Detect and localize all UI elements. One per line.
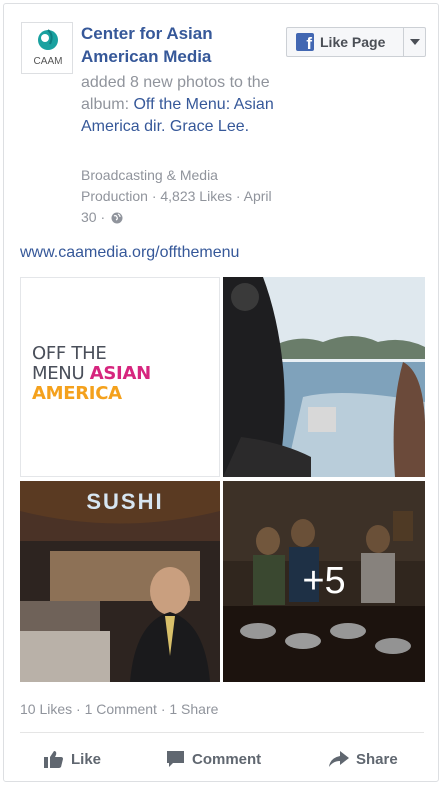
divider (20, 732, 424, 733)
like-page-main[interactable]: f Like Page (287, 28, 403, 56)
logo-line-3: AMERICA (32, 383, 122, 404)
chevron-down-icon[interactable] (403, 28, 425, 56)
page-avatar[interactable]: CAAM (21, 22, 73, 74)
share-button[interactable]: Share (329, 744, 398, 774)
like-page-label: Like Page (320, 34, 386, 50)
caam-logo-icon: CAAM (22, 23, 72, 73)
avatar-label: CAAM (34, 56, 63, 67)
comment-icon (167, 751, 184, 767)
logo-line-2a: MENU (32, 363, 85, 384)
engagement-summary[interactable]: 10 Likes · 1 Comment · 1 Share (20, 701, 218, 717)
meta-text: Broadcasting & Media Production · 4,823 … (81, 167, 272, 225)
logo-line-1: OFF THE (32, 343, 107, 364)
more-photos-overlay[interactable]: +5 (223, 481, 425, 682)
external-link[interactable]: www.caamedia.org/offthemenu (20, 244, 239, 262)
photo-off-the-menu-logo[interactable]: OFF THE MENU ASIAN AMERICA (20, 277, 220, 477)
comment-label: Comment (192, 750, 262, 768)
photo-sushi-man[interactable]: SUSHI (20, 481, 220, 682)
logo-text: OFF THE MENU ASIAN AMERICA (32, 344, 151, 404)
comment-button[interactable]: Comment (166, 744, 261, 774)
share-label: Share (356, 750, 398, 768)
logo-line-2b: ASIAN (89, 363, 151, 384)
share-icon (329, 751, 349, 767)
story-text: added 8 new photos to the album: Off the… (81, 72, 281, 138)
globe-icon[interactable] (111, 212, 123, 224)
post-meta: Broadcasting & Media Production · 4,823 … (81, 165, 286, 228)
photo-dinner-more[interactable]: +5 (223, 481, 425, 682)
page-name[interactable]: Center for Asian American Media (81, 22, 281, 68)
photo-boat[interactable] (223, 277, 425, 477)
feed-post: CAAM Center for Asian American Media f L… (3, 3, 439, 782)
thumbs-up-icon (44, 751, 63, 768)
sushi-sign: SUSHI (86, 489, 163, 514)
like-label: Like (71, 750, 102, 768)
like-page-button[interactable]: f Like Page (286, 27, 426, 57)
like-button[interactable]: Like (44, 744, 101, 774)
facebook-icon: f (296, 33, 314, 53)
